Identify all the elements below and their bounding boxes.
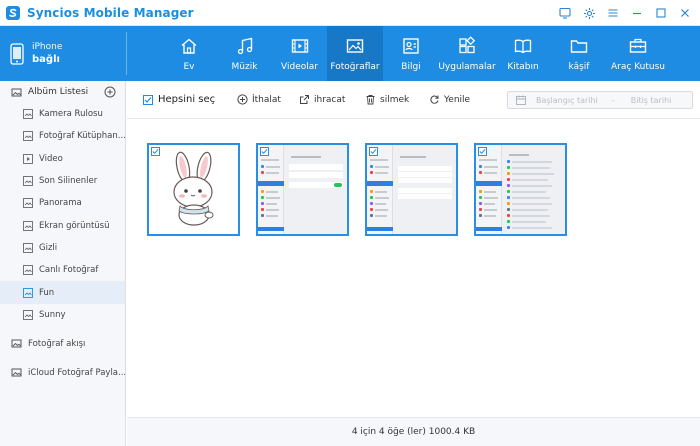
bunny-sticker-image xyxy=(173,151,214,226)
syncios-logo-icon xyxy=(6,5,20,20)
menu-icon[interactable] xyxy=(604,4,622,22)
tab-music[interactable]: Müzik xyxy=(217,26,272,81)
end-date-field[interactable]: Bitiş tarihi xyxy=(631,96,672,105)
minimize-icon[interactable] xyxy=(628,4,646,22)
apps-icon xyxy=(459,36,476,54)
nav-divider xyxy=(126,32,127,75)
item-count-status: 4 için 4 öğe (ler) 1000.4 KB xyxy=(351,427,476,437)
photo-thumbnail[interactable] xyxy=(256,143,349,236)
settings-screenshot-image xyxy=(258,145,347,234)
photo-thumbnail[interactable] xyxy=(474,143,567,236)
nav-tabs: Ev Müzik Videolar Fotoğraflar Bilgi Uygu… xyxy=(161,26,669,81)
refresh-button[interactable]: Yenile xyxy=(429,94,470,105)
photo-stream-icon xyxy=(11,339,22,348)
tab-apps[interactable]: Uygulamalar xyxy=(438,26,496,81)
refresh-icon xyxy=(430,95,439,104)
feedback-icon[interactable] xyxy=(556,4,574,22)
photo-grid xyxy=(127,119,700,417)
app-title: Syncios Mobile Manager xyxy=(27,5,194,20)
album-list-header[interactable]: Albüm Listesi xyxy=(0,81,125,103)
date-separator: - xyxy=(611,95,615,105)
icloud-share-icon xyxy=(11,368,22,377)
add-album-icon[interactable] xyxy=(104,86,116,98)
contact-card-icon xyxy=(403,38,419,54)
home-icon xyxy=(181,38,197,54)
gear-icon[interactable] xyxy=(580,4,598,22)
album-icon xyxy=(23,176,33,186)
import-button[interactable]: İthalat xyxy=(237,94,281,105)
sidebar-item-video[interactable]: Video xyxy=(0,148,125,170)
status-bar: 4 için 4 öğe (ler) 1000.4 KB xyxy=(127,417,700,446)
photo-toolbar: Hepsini seç İthalat ihracat silmek Yenil… xyxy=(127,81,700,119)
toolbox-icon xyxy=(629,38,647,53)
sidebar: Albüm Listesi Kamera Rulosu Fotoğraf Küt… xyxy=(0,81,126,446)
tab-explorer[interactable]: kâşif xyxy=(551,26,607,81)
book-icon xyxy=(514,39,532,54)
tab-home[interactable]: Ev xyxy=(161,26,217,81)
device-name: iPhone xyxy=(32,42,63,52)
device-info[interactable]: iPhone bağlı xyxy=(0,26,126,81)
tab-info[interactable]: Bilgi xyxy=(383,26,439,81)
music-icon xyxy=(237,37,252,55)
settings-screenshot-image xyxy=(476,145,565,234)
export-icon xyxy=(300,95,309,104)
photo-thumbnail[interactable] xyxy=(147,143,240,236)
photo-thumbnail[interactable] xyxy=(365,143,458,236)
tab-videos[interactable]: Videolar xyxy=(272,26,327,81)
album-icon xyxy=(23,287,33,298)
sidebar-item-photo-stream[interactable]: Fotoğraf akışı xyxy=(0,332,125,356)
album-list-icon xyxy=(11,88,22,96)
close-icon[interactable] xyxy=(676,4,694,22)
album-icon xyxy=(23,242,33,253)
checkbox[interactable] xyxy=(143,94,153,105)
maximize-icon[interactable] xyxy=(652,4,670,22)
export-button[interactable]: ihracat xyxy=(299,94,345,105)
sidebar-item-panorama[interactable]: Panorama xyxy=(0,192,125,214)
photo-checkbox[interactable] xyxy=(478,147,487,156)
select-all-checkbox[interactable]: Hepsini seç xyxy=(143,94,215,105)
sidebar-item-camera-roll[interactable]: Kamera Rulosu xyxy=(0,103,125,125)
album-icon xyxy=(23,198,33,209)
start-date-field[interactable]: Başlangıç tarihi xyxy=(536,96,598,105)
title-bar: Syncios Mobile Manager xyxy=(0,0,700,26)
window-controls xyxy=(556,4,694,22)
tab-toolbox[interactable]: Araç Kutusu xyxy=(607,26,669,81)
phone-icon xyxy=(10,42,24,65)
video-small-icon xyxy=(23,153,33,164)
folder-icon xyxy=(570,40,588,53)
trash-icon xyxy=(366,95,375,105)
sidebar-item-live-photo[interactable]: Canlı Fotoğraf xyxy=(0,259,125,281)
sidebar-item-screenshots[interactable]: Ekran görüntüsü xyxy=(0,214,125,236)
tab-books[interactable]: Kitabın xyxy=(495,26,551,81)
album-icon xyxy=(23,309,33,320)
date-range-filter[interactable]: Başlangıç tarihi - Bitiş tarihi xyxy=(507,91,693,109)
settings-screenshot-image xyxy=(367,145,456,234)
sidebar-item-sunny[interactable]: Sunny xyxy=(0,304,125,326)
video-icon xyxy=(291,39,308,53)
calendar-icon xyxy=(516,95,526,105)
album-icon xyxy=(23,220,33,231)
photo-checkbox[interactable] xyxy=(151,147,160,156)
album-icon xyxy=(23,265,33,276)
delete-button[interactable]: silmek xyxy=(365,94,409,105)
sidebar-item-icloud-sharing[interactable]: iCloud Fotoğraf Payla... xyxy=(0,361,125,385)
sidebar-item-hidden[interactable]: Gizli xyxy=(0,237,125,259)
photo-icon xyxy=(346,39,364,53)
tab-photos[interactable]: Fotoğraflar xyxy=(327,26,383,81)
device-status: bağlı xyxy=(32,54,60,65)
photo-checkbox[interactable] xyxy=(260,147,269,156)
library-icon xyxy=(23,131,33,142)
sidebar-item-fun[interactable]: Fun xyxy=(0,281,125,304)
camera-roll-icon xyxy=(23,109,33,120)
top-navigation: iPhone bağlı Ev Müzik Videolar Fotoğrafl… xyxy=(0,26,700,81)
sidebar-item-photo-library[interactable]: Fotoğraf Kütüphan... xyxy=(0,125,125,147)
add-circle-icon xyxy=(237,94,248,105)
sidebar-item-recently-deleted[interactable]: Son Silinenler xyxy=(0,170,125,192)
photo-checkbox[interactable] xyxy=(369,147,378,156)
